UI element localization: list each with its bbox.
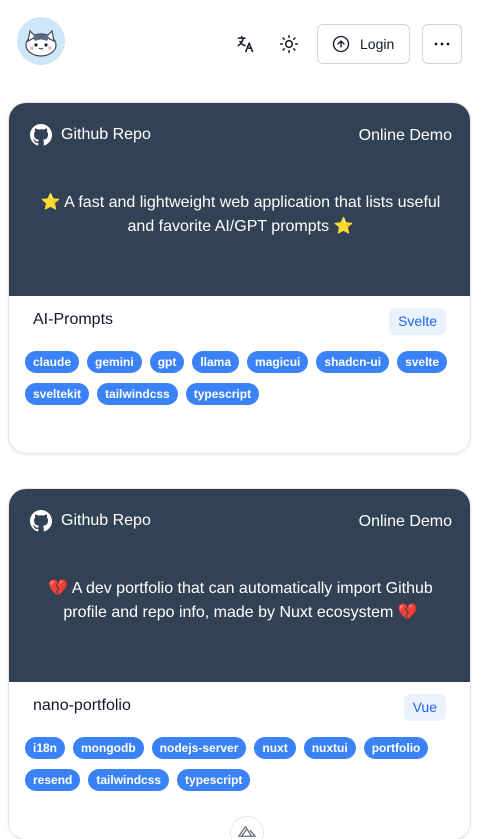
project-card: Github Repo Online Demo ⭐ A fast and lig… bbox=[8, 102, 471, 454]
project-card: Github Repo Online Demo 💔 A dev portfoli… bbox=[8, 488, 471, 839]
nuxt-logo-icon bbox=[238, 826, 256, 837]
tag[interactable]: i18n bbox=[25, 737, 66, 759]
framework-badge: Vue bbox=[403, 694, 446, 721]
more-menu-button[interactable] bbox=[422, 24, 462, 64]
github-icon bbox=[30, 510, 52, 532]
tag[interactable]: sveltekit bbox=[25, 383, 90, 405]
framework-badge: Svelte bbox=[389, 308, 446, 335]
ellipsis-icon bbox=[434, 42, 450, 46]
online-demo-link[interactable]: Online Demo bbox=[359, 127, 452, 145]
tag[interactable]: typescript bbox=[177, 769, 251, 791]
tag[interactable]: claude bbox=[25, 351, 80, 373]
project-banner: Github Repo Online Demo 💔 A dev portfoli… bbox=[9, 489, 470, 682]
tag[interactable]: llama bbox=[192, 351, 240, 373]
login-button[interactable]: Login bbox=[317, 24, 410, 64]
project-name: AI-Prompts bbox=[33, 311, 114, 328]
cat-avatar-icon bbox=[25, 29, 57, 57]
arrow-up-circle-icon bbox=[332, 35, 350, 53]
tag[interactable]: portfolio bbox=[363, 737, 429, 759]
tag[interactable]: svelte bbox=[397, 351, 448, 373]
tag[interactable]: magicui bbox=[247, 351, 309, 373]
translate-icon bbox=[237, 35, 254, 53]
tag[interactable]: nodejs-server bbox=[151, 737, 247, 759]
github-repo-link[interactable]: Github Repo bbox=[30, 510, 151, 532]
github-repo-label: Github Repo bbox=[61, 126, 151, 143]
tag[interactable]: typescript bbox=[185, 383, 260, 405]
tag-list: claude gemini gpt llama magicui shadcn-u… bbox=[25, 351, 455, 405]
language-button[interactable] bbox=[228, 27, 262, 61]
tag[interactable]: mongodb bbox=[73, 737, 144, 759]
tag[interactable]: nuxt bbox=[254, 737, 296, 759]
avatar[interactable] bbox=[17, 17, 65, 65]
tag[interactable]: gpt bbox=[149, 351, 185, 373]
tag[interactable]: tailwindcss bbox=[88, 769, 170, 791]
sun-icon bbox=[279, 34, 299, 54]
project-description: 💔 A dev portfolio that can automatically… bbox=[48, 580, 433, 621]
project-banner: Github Repo Online Demo ⭐ A fast and lig… bbox=[9, 103, 470, 296]
project-description: ⭐ A fast and lightweight web application… bbox=[40, 194, 441, 235]
tag-list: i18n mongodb nodejs-server nuxt nuxtui p… bbox=[25, 737, 455, 791]
github-icon bbox=[30, 124, 52, 146]
theme-toggle-button[interactable] bbox=[272, 27, 306, 61]
top-header: Login bbox=[0, 0, 481, 84]
tag[interactable]: shadcn-ui bbox=[316, 351, 390, 373]
tag[interactable]: tailwindcss bbox=[97, 383, 178, 405]
github-repo-link[interactable]: Github Repo bbox=[30, 124, 151, 146]
tag[interactable]: gemini bbox=[87, 351, 142, 373]
login-label: Login bbox=[360, 36, 395, 52]
tag[interactable]: resend bbox=[25, 769, 81, 791]
tag[interactable]: nuxtui bbox=[303, 737, 356, 759]
project-name: nano-portfolio bbox=[33, 697, 131, 714]
online-demo-link[interactable]: Online Demo bbox=[359, 513, 452, 531]
github-repo-label: Github Repo bbox=[61, 512, 151, 529]
